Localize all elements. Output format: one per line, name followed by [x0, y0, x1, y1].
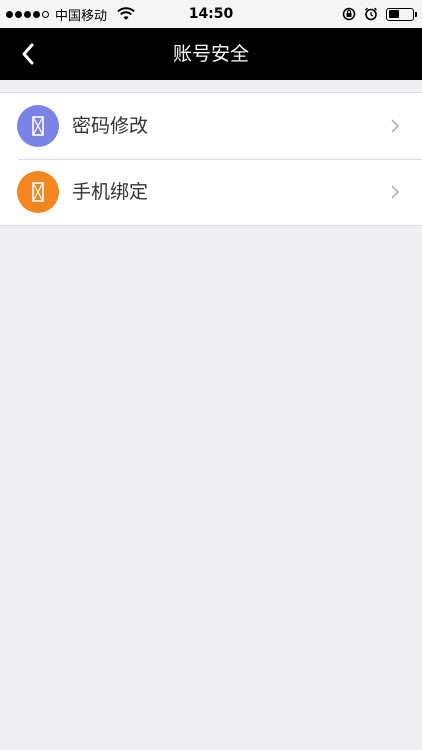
battery-icon [386, 7, 417, 21]
menu-item-label: 手机绑定 [72, 181, 149, 203]
rotation-lock-icon [342, 7, 356, 21]
chevron-right-icon [391, 119, 400, 133]
chevron-right-icon [391, 185, 400, 199]
settings-menu-list: 密码修改 手机绑定 [0, 92, 422, 226]
menu-item-phone-binding[interactable]: 手机绑定 [0, 159, 422, 225]
alarm-icon [364, 7, 378, 21]
phone-icon [17, 171, 59, 213]
menu-item-password-change[interactable]: 密码修改 [0, 93, 422, 159]
status-bar-right [342, 0, 417, 28]
navigation-bar: 账号安全 [0, 28, 422, 80]
battery-level [388, 10, 399, 18]
status-bar: 中国移动 14:50 [0, 0, 422, 28]
page-title: 账号安全 [172, 43, 249, 65]
password-icon [17, 105, 59, 147]
menu-item-label: 密码修改 [72, 115, 149, 137]
